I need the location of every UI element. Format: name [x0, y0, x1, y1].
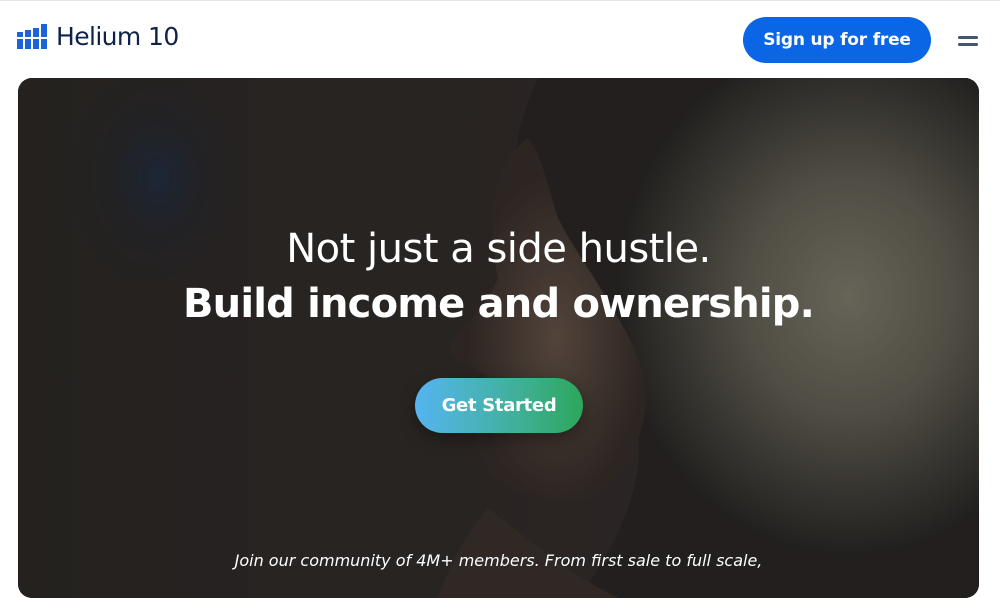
signup-button[interactable]: Sign up for free [743, 17, 931, 63]
hero-overlay [18, 78, 979, 598]
hero-headline-line2: Build income and ownership. [182, 281, 815, 327]
brand-name: Helium 10 [56, 22, 179, 51]
menu-bar-bottom [958, 43, 978, 46]
hero-subtext: Join our community of 4M+ members. From … [234, 551, 763, 570]
get-started-button[interactable]: Get Started [415, 378, 583, 433]
hero-headline-line1: Not just a side hustle. [286, 226, 711, 272]
hamburger-menu-icon[interactable] [955, 31, 981, 51]
helium10-logo-icon [17, 24, 47, 49]
menu-bar-top [958, 36, 978, 39]
hero-section: Not just a side hustle. Build income and… [18, 78, 979, 598]
site-header: Helium 10 Sign up for free [0, 0, 1000, 78]
helium10-logo-link[interactable]: Helium 10 [17, 22, 179, 52]
